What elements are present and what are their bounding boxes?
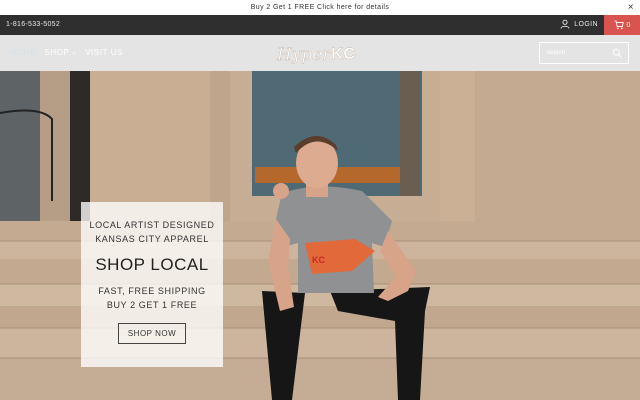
svg-text:KC: KC [331, 44, 356, 63]
login-link[interactable]: LOGIN [560, 19, 598, 29]
announcement-bar[interactable]: Buy 2 Get 1 FREE Click here for details … [0, 0, 640, 15]
svg-text:KC: KC [312, 255, 325, 265]
user-icon [560, 19, 570, 29]
logo[interactable]: Hyper KC [275, 40, 367, 66]
search-icon[interactable] [612, 48, 622, 58]
hero-banner: KC LOCAL ARTIST DESIGNED KANSAS CITY APP… [0, 71, 640, 400]
chevron-down-icon: ⌄ [71, 50, 78, 56]
cart-count: 0 [626, 21, 631, 29]
search-box[interactable] [539, 42, 629, 64]
search-input[interactable] [546, 50, 610, 56]
promo-shipping: FAST, FREE SHIPPING BUY 2 GET 1 FREE [98, 286, 206, 310]
promo-title: SHOP LOCAL [95, 255, 209, 274]
announcement-text[interactable]: Buy 2 Get 1 FREE Click here for details [251, 4, 390, 11]
phone-number[interactable]: 1-816-533-5052 [6, 21, 60, 28]
utility-bar: 1-816-533-5052 LOGIN 0 [0, 15, 640, 35]
cart-button[interactable]: 0 [604, 15, 640, 35]
shop-now-button[interactable]: SHOP NOW [117, 323, 187, 344]
nav-item-visit-us[interactable]: VISIT US [85, 48, 123, 57]
login-label: LOGIN [574, 20, 598, 28]
main-nav: HOME SHOP ⌄ VISIT US [10, 48, 123, 57]
nav-item-home[interactable]: HOME [10, 48, 36, 57]
promo-subtitle: LOCAL ARTIST DESIGNED KANSAS CITY APPARE… [89, 220, 215, 244]
promo-card: LOCAL ARTIST DESIGNED KANSAS CITY APPARE… [81, 202, 223, 367]
cart-icon [614, 20, 624, 30]
nav-item-shop[interactable]: SHOP ⌄ [44, 48, 77, 57]
close-icon[interactable]: × [628, 1, 634, 14]
svg-text:Hyper: Hyper [276, 45, 331, 65]
